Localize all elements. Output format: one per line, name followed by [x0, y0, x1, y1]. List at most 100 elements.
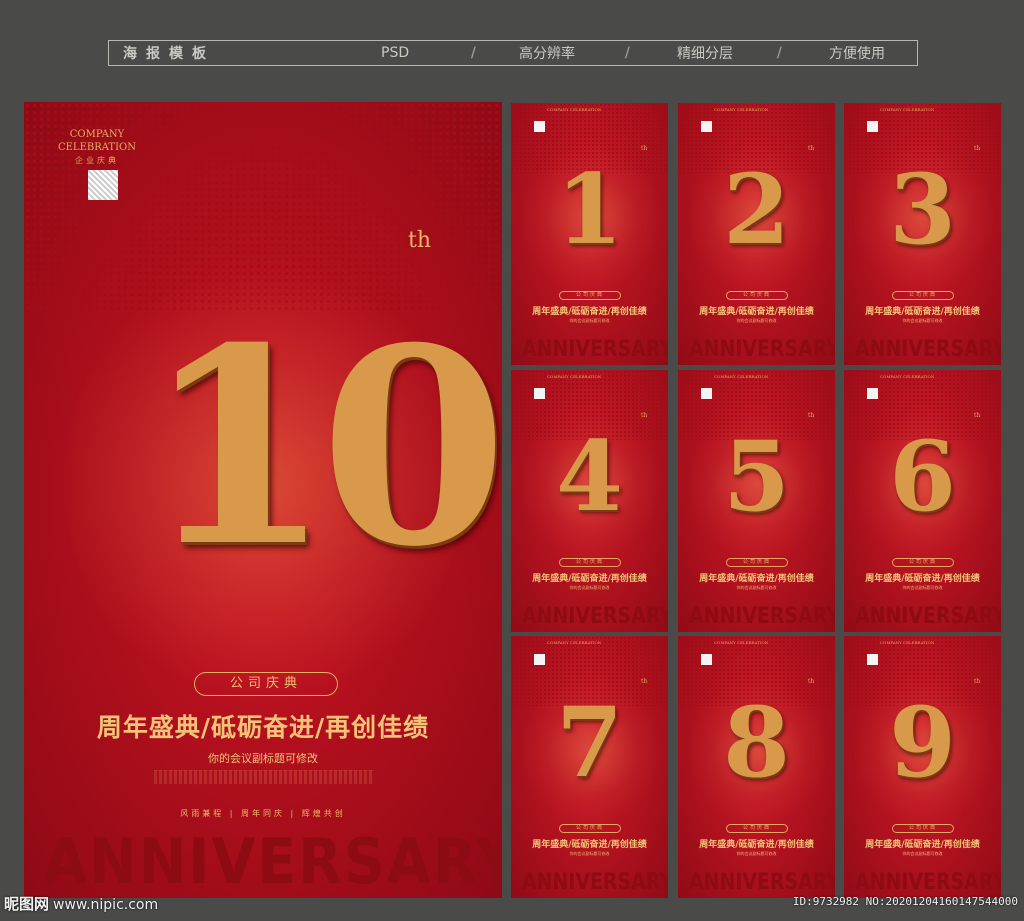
watermark-url: www.nipic.com: [53, 897, 159, 913]
anniversary-number: 5: [723, 420, 790, 533]
company-logo-text: COMPANY CELEBRATION: [547, 374, 602, 379]
qr-code-icon: [867, 654, 878, 665]
small-poster: COMPANY CELEBRATION th 7 公司庆典周年盛典/砥砺奋进/再创佳绩…: [511, 636, 668, 898]
subtitle: 你的会议副标题可修改: [736, 585, 777, 590]
slogan: 周年盛典/砥砺奋进/再创佳绩: [96, 713, 430, 742]
header-item-psd: PSD: [381, 45, 410, 61]
small-poster: COMPANY CELEBRATION th 1 公司庆典 周年盛典/砥砺奋进/再创佳绩…: [511, 103, 668, 365]
subtitle: 你的会议副标题可修改: [902, 851, 943, 856]
small-poster: COMPANY CELEBRATION th 3 公司庆典 周年盛典/砥砺奋进/再创佳绩…: [844, 103, 1001, 365]
slogan: 周年盛典/砥砺奋进/再创佳绩: [699, 574, 814, 584]
slogan: 周年盛典/砥砺奋进/再创佳绩: [865, 840, 980, 850]
ordinal-suffix: th: [408, 228, 432, 253]
company-logo-text: COMPANY CELEBRATION: [547, 640, 602, 645]
ordinal-suffix: th: [641, 412, 648, 419]
anniversary-number: 6: [889, 420, 956, 533]
anniversary-heading: ANNIVERSARY: [43, 825, 502, 898]
slogan: 周年盛典/砥砺奋进/再创佳绩: [865, 574, 980, 584]
qr-code-icon: [534, 388, 545, 399]
qr-code-icon: [701, 388, 712, 399]
celebration-tag: 公司庆典: [892, 558, 954, 567]
small-poster: COMPANY CELEBRATION th 6 公司庆典周年盛典/砥砺奋进/再创佳绩…: [844, 370, 1001, 632]
celebration-tag: 公司庆典: [559, 558, 621, 567]
ordinal-suffix: th: [641, 145, 648, 152]
company-logo-text: COMPANY CELEBRATION: [714, 640, 769, 645]
celebration-tag: 公司庆典: [194, 672, 338, 696]
anniversary-number: 8: [723, 686, 790, 799]
company-logo-text: COMPANY CELEBRATION 企业庆典: [42, 128, 152, 167]
anniversary-heading: ANNIVERSARY: [854, 870, 1001, 895]
subtitle: 你的会议副标题可修改: [902, 318, 943, 323]
header-separator: /: [625, 45, 630, 61]
anniversary-number: 10: [144, 288, 502, 606]
main-poster: COMPANY CELEBRATION 企业庆典 th 10 公司庆典 周年盛典…: [24, 102, 502, 898]
qr-code-icon: [534, 121, 545, 132]
celebration-tag: 公司庆典: [892, 291, 954, 300]
subtitle: 你的会议副标题可修改: [569, 851, 610, 856]
anniversary-heading: ANNIVERSARY: [521, 337, 668, 362]
anniversary-heading: ANNIVERSARY: [688, 337, 835, 362]
fine-print-decoration: [154, 770, 374, 784]
ordinal-suffix: th: [808, 145, 815, 152]
anniversary-number: 1: [556, 153, 623, 266]
anniversary-number: 3: [889, 153, 956, 266]
anniversary-heading: ANNIVERSARY: [688, 604, 835, 629]
celebration-tag: 公司庆典: [726, 558, 788, 567]
header-item-resolution: 高分辨率: [519, 46, 575, 62]
anniversary-heading: ANNIVERSARY: [521, 604, 668, 629]
slogan: 周年盛典/砥砺奋进/再创佳绩: [532, 574, 647, 584]
small-poster: COMPANY CELEBRATION th 5 公司庆典周年盛典/砥砺奋进/再创佳绩…: [678, 370, 835, 632]
small-poster: COMPANY CELEBRATION th 9 公司庆典 周年盛典/砥砺奋进/再创佳绩…: [844, 636, 1001, 898]
anniversary-number: 9: [889, 686, 956, 799]
qr-code-icon: [534, 654, 545, 665]
ordinal-suffix: th: [641, 678, 648, 685]
motto: 风雨兼程 | 周年同庆 | 辉煌共创: [180, 809, 346, 818]
celebration-tag: 公司庆典: [726, 291, 788, 300]
small-poster: COMPANY CELEBRATION th 8 公司庆典 周年盛典/砥砺奋进/再创佳绩…: [678, 636, 835, 898]
qr-code-icon: [701, 654, 712, 665]
ordinal-suffix: th: [808, 678, 815, 685]
qr-code-icon: [867, 388, 878, 399]
anniversary-number: 7: [556, 686, 623, 799]
company-logo-text: COMPANY CELEBRATION: [714, 374, 769, 379]
ordinal-suffix: th: [974, 145, 981, 152]
ordinal-suffix: th: [808, 412, 815, 419]
celebration-tag: 公司庆典: [892, 824, 954, 833]
subtitle: 你的会议副标题可修改: [569, 318, 610, 323]
header-separator: /: [777, 45, 782, 61]
ordinal-suffix: th: [974, 412, 981, 419]
anniversary-heading: ANNIVERSARY: [521, 870, 668, 895]
qr-code-icon: [88, 170, 118, 200]
subtitle: 你的会议副标题可修改: [569, 585, 610, 590]
company-en: COMPANY CELEBRATION: [57, 129, 136, 153]
watermark-id: ID:9732982 NO:20201204160147544000: [792, 895, 1018, 908]
slogan: 周年盛典/砥砺奋进/再创佳绩: [532, 307, 647, 317]
company-logo-text: COMPANY CELEBRATION: [714, 107, 769, 112]
company-logo-text: COMPANY CELEBRATION: [547, 107, 602, 112]
subtitle: 你的会议副标题可修改: [736, 318, 777, 323]
header-separator: /: [471, 45, 476, 61]
qr-code-icon: [701, 121, 712, 132]
company-logo-text: COMPANY CELEBRATION: [880, 640, 935, 645]
watermark-site-name: 昵图网: [4, 895, 50, 913]
company-cn: 企业庆典: [75, 156, 119, 165]
slogan: 周年盛典/砥砺奋进/再创佳绩: [699, 307, 814, 317]
company-logo-text: COMPANY CELEBRATION: [880, 107, 935, 112]
slogan: 周年盛典/砥砺奋进/再创佳绩: [532, 840, 647, 850]
celebration-tag: 公司庆典: [726, 824, 788, 833]
subtitle: 你的会议副标题可修改: [208, 752, 318, 765]
small-poster: COMPANY CELEBRATION th 2 公司庆典周年盛典/砥砺奋进/再创佳绩…: [678, 103, 835, 365]
header-item-convenient: 方便使用: [829, 46, 885, 62]
small-poster: COMPANY CELEBRATION th 4 公司庆典周年盛典/砥砺奋进/再创佳绩…: [511, 370, 668, 632]
subtitle: 你的会议副标题可修改: [736, 851, 777, 856]
header-title: 海报模板: [123, 46, 215, 62]
company-logo-text: COMPANY CELEBRATION: [880, 374, 935, 379]
qr-code-icon: [867, 121, 878, 132]
anniversary-heading: ANNIVERSARY: [854, 604, 1001, 629]
subtitle: 你的会议副标题可修改: [902, 585, 943, 590]
anniversary-number: 4: [556, 420, 623, 533]
header-item-layers: 精细分层: [677, 46, 733, 62]
anniversary-number: 2: [723, 153, 790, 266]
celebration-tag: 公司庆典: [559, 824, 621, 833]
anniversary-heading: ANNIVERSARY: [854, 337, 1001, 362]
